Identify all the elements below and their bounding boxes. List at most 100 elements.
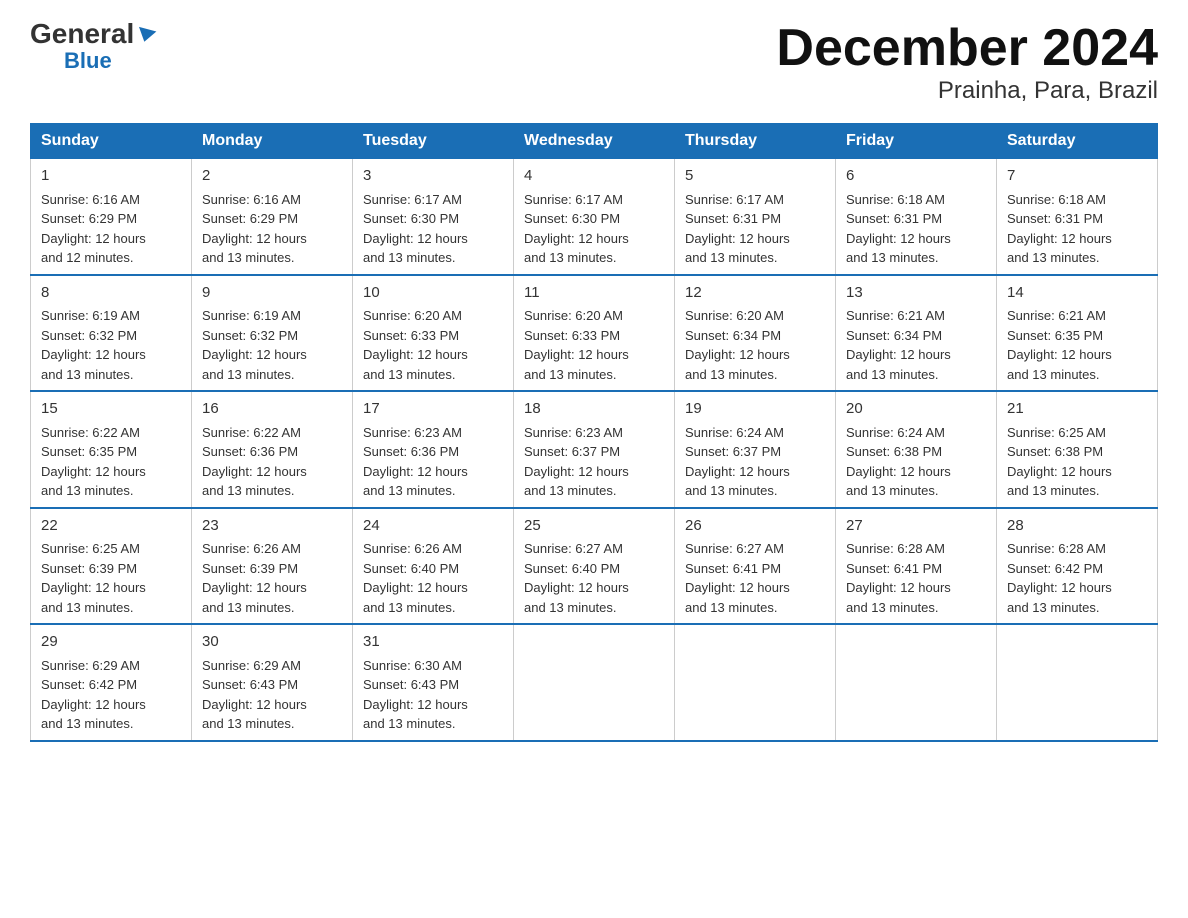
day-number: 1 (41, 165, 181, 188)
day-info: Sunrise: 6:23 AMSunset: 6:37 PMDaylight:… (524, 425, 629, 499)
day-number: 16 (202, 398, 342, 421)
calendar-cell (997, 624, 1158, 741)
day-number: 15 (41, 398, 181, 421)
week-row-1: 1Sunrise: 6:16 AMSunset: 6:29 PMDaylight… (31, 159, 1158, 275)
calendar-header: SundayMondayTuesdayWednesdayThursdayFrid… (31, 124, 1158, 159)
day-info: Sunrise: 6:17 AMSunset: 6:30 PMDaylight:… (363, 192, 468, 266)
day-info: Sunrise: 6:21 AMSunset: 6:35 PMDaylight:… (1007, 308, 1112, 382)
day-info: Sunrise: 6:25 AMSunset: 6:39 PMDaylight:… (41, 541, 146, 615)
calendar-cell: 15 Sunrise: 6:22 AMSunset: 6:35 PMDayligh… (31, 391, 192, 508)
day-number: 18 (524, 398, 664, 421)
day-number: 28 (1007, 515, 1147, 538)
calendar-cell (514, 624, 675, 741)
weekday-header-friday: Friday (836, 124, 997, 159)
day-number: 9 (202, 282, 342, 305)
calendar-cell: 12Sunrise: 6:20 AMSunset: 6:34 PMDayligh… (675, 275, 836, 392)
day-info: Sunrise: 6:18 AMSunset: 6:31 PMDaylight:… (846, 192, 951, 266)
day-info: Sunrise: 6:29 AMSunset: 6:42 PMDaylight:… (41, 658, 146, 732)
day-info: Sunrise: 6:26 AMSunset: 6:39 PMDaylight:… (202, 541, 307, 615)
day-info: Sunrise: 6:20 AMSunset: 6:33 PMDaylight:… (363, 308, 468, 382)
calendar-cell: 11Sunrise: 6:20 AMSunset: 6:33 PMDayligh… (514, 275, 675, 392)
calendar-cell: 30 Sunrise: 6:29 AMSunset: 6:43 PMDayligh… (192, 624, 353, 741)
day-number: 27 (846, 515, 986, 538)
calendar-cell: 13 Sunrise: 6:21 AMSunset: 6:34 PMDayligh… (836, 275, 997, 392)
day-number: 5 (685, 165, 825, 188)
calendar-cell: 14 Sunrise: 6:21 AMSunset: 6:35 PMDayligh… (997, 275, 1158, 392)
day-number: 6 (846, 165, 986, 188)
weekday-header-wednesday: Wednesday (514, 124, 675, 159)
day-number: 14 (1007, 282, 1147, 305)
week-row-4: 22 Sunrise: 6:25 AMSunset: 6:39 PMDayligh… (31, 508, 1158, 625)
weekday-header-thursday: Thursday (675, 124, 836, 159)
day-number: 31 (363, 631, 503, 654)
calendar-cell: 19Sunrise: 6:24 AMSunset: 6:37 PMDayligh… (675, 391, 836, 508)
calendar-cell: 29Sunrise: 6:29 AMSunset: 6:42 PMDayligh… (31, 624, 192, 741)
day-number: 2 (202, 165, 342, 188)
day-info: Sunrise: 6:18 AMSunset: 6:31 PMDaylight:… (1007, 192, 1112, 266)
page-header: General Blue December 2024 Prainha, Para… (30, 20, 1158, 105)
calendar-cell: 1Sunrise: 6:16 AMSunset: 6:29 PMDaylight… (31, 159, 192, 275)
day-info: Sunrise: 6:21 AMSunset: 6:34 PMDaylight:… (846, 308, 951, 382)
logo: General Blue (30, 20, 155, 74)
day-number: 22 (41, 515, 181, 538)
calendar-cell: 6 Sunrise: 6:18 AMSunset: 6:31 PMDaylight… (836, 159, 997, 275)
day-number: 20 (846, 398, 986, 421)
day-number: 11 (524, 282, 664, 305)
day-number: 8 (41, 282, 181, 305)
day-info: Sunrise: 6:25 AMSunset: 6:38 PMDaylight:… (1007, 425, 1112, 499)
day-info: Sunrise: 6:19 AMSunset: 6:32 PMDaylight:… (41, 308, 146, 382)
calendar-cell: 7 Sunrise: 6:18 AMSunset: 6:31 PMDaylight… (997, 159, 1158, 275)
logo-blue: Blue (64, 48, 112, 74)
logo-general: General (30, 20, 155, 48)
day-number: 17 (363, 398, 503, 421)
calendar-cell: 23 Sunrise: 6:26 AMSunset: 6:39 PMDayligh… (192, 508, 353, 625)
calendar-table: SundayMondayTuesdayWednesdayThursdayFrid… (30, 123, 1158, 742)
weekday-header-row: SundayMondayTuesdayWednesdayThursdayFrid… (31, 124, 1158, 159)
calendar-cell: 18 Sunrise: 6:23 AMSunset: 6:37 PMDayligh… (514, 391, 675, 508)
week-row-2: 8 Sunrise: 6:19 AMSunset: 6:32 PMDaylight… (31, 275, 1158, 392)
week-row-5: 29Sunrise: 6:29 AMSunset: 6:42 PMDayligh… (31, 624, 1158, 741)
day-number: 7 (1007, 165, 1147, 188)
calendar-cell: 31 Sunrise: 6:30 AMSunset: 6:43 PMDayligh… (353, 624, 514, 741)
day-info: Sunrise: 6:24 AMSunset: 6:37 PMDaylight:… (685, 425, 790, 499)
day-info: Sunrise: 6:30 AMSunset: 6:43 PMDaylight:… (363, 658, 468, 732)
logo-triangle-icon (136, 27, 157, 44)
calendar-cell: 22 Sunrise: 6:25 AMSunset: 6:39 PMDayligh… (31, 508, 192, 625)
day-number: 26 (685, 515, 825, 538)
day-number: 10 (363, 282, 503, 305)
day-number: 4 (524, 165, 664, 188)
day-info: Sunrise: 6:17 AMSunset: 6:30 PMDaylight:… (524, 192, 629, 266)
day-number: 13 (846, 282, 986, 305)
calendar-cell: 3 Sunrise: 6:17 AMSunset: 6:30 PMDaylight… (353, 159, 514, 275)
day-number: 30 (202, 631, 342, 654)
day-info: Sunrise: 6:26 AMSunset: 6:40 PMDaylight:… (363, 541, 468, 615)
calendar-cell: 27 Sunrise: 6:28 AMSunset: 6:41 PMDayligh… (836, 508, 997, 625)
day-info: Sunrise: 6:27 AMSunset: 6:40 PMDaylight:… (524, 541, 629, 615)
calendar-cell (675, 624, 836, 741)
calendar-cell: 9 Sunrise: 6:19 AMSunset: 6:32 PMDaylight… (192, 275, 353, 392)
calendar-title: December 2024 (776, 20, 1158, 77)
day-number: 3 (363, 165, 503, 188)
calendar-cell: 20 Sunrise: 6:24 AMSunset: 6:38 PMDayligh… (836, 391, 997, 508)
calendar-subtitle: Prainha, Para, Brazil (776, 77, 1158, 105)
calendar-cell: 4 Sunrise: 6:17 AMSunset: 6:30 PMDaylight… (514, 159, 675, 275)
day-info: Sunrise: 6:19 AMSunset: 6:32 PMDaylight:… (202, 308, 307, 382)
title-block: December 2024 Prainha, Para, Brazil (776, 20, 1158, 105)
day-info: Sunrise: 6:22 AMSunset: 6:35 PMDaylight:… (41, 425, 146, 499)
day-info: Sunrise: 6:27 AMSunset: 6:41 PMDaylight:… (685, 541, 790, 615)
day-info: Sunrise: 6:28 AMSunset: 6:41 PMDaylight:… (846, 541, 951, 615)
week-row-3: 15 Sunrise: 6:22 AMSunset: 6:35 PMDayligh… (31, 391, 1158, 508)
day-info: Sunrise: 6:20 AMSunset: 6:34 PMDaylight:… (685, 308, 790, 382)
day-info: Sunrise: 6:24 AMSunset: 6:38 PMDaylight:… (846, 425, 951, 499)
day-info: Sunrise: 6:29 AMSunset: 6:43 PMDaylight:… (202, 658, 307, 732)
weekday-header-tuesday: Tuesday (353, 124, 514, 159)
day-info: Sunrise: 6:17 AMSunset: 6:31 PMDaylight:… (685, 192, 790, 266)
calendar-cell: 28 Sunrise: 6:28 AMSunset: 6:42 PMDayligh… (997, 508, 1158, 625)
calendar-cell: 2Sunrise: 6:16 AMSunset: 6:29 PMDaylight… (192, 159, 353, 275)
day-number: 23 (202, 515, 342, 538)
calendar-cell: 24Sunrise: 6:26 AMSunset: 6:40 PMDayligh… (353, 508, 514, 625)
calendar-cell: 26 Sunrise: 6:27 AMSunset: 6:41 PMDayligh… (675, 508, 836, 625)
calendar-body: 1Sunrise: 6:16 AMSunset: 6:29 PMDaylight… (31, 159, 1158, 741)
day-info: Sunrise: 6:28 AMSunset: 6:42 PMDaylight:… (1007, 541, 1112, 615)
day-info: Sunrise: 6:23 AMSunset: 6:36 PMDaylight:… (363, 425, 468, 499)
